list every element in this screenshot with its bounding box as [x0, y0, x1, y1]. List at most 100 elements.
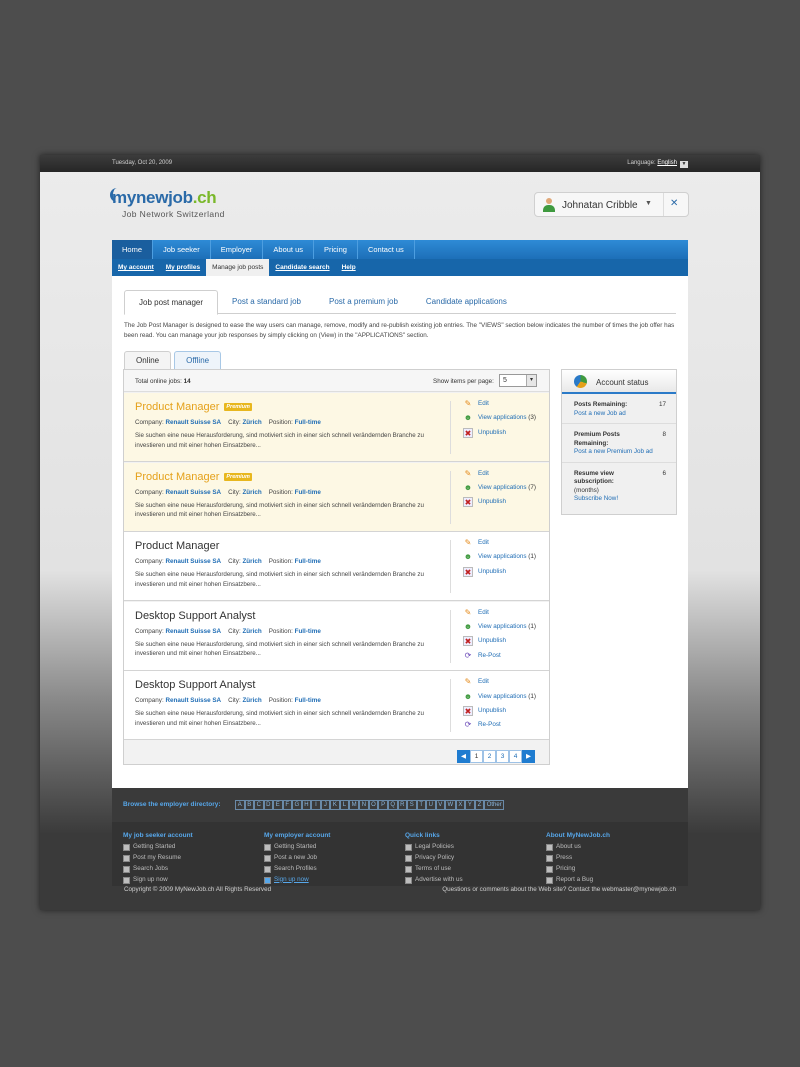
job-position[interactable]: Full-time — [295, 628, 321, 635]
tab-job-post-manager[interactable]: Job post manager — [124, 290, 219, 315]
directory-letter[interactable]: S — [407, 800, 417, 810]
footer-link[interactable]: Search Profiles — [264, 865, 330, 876]
user-name[interactable]: Johnatan Cribble — [562, 200, 638, 211]
subnav-candidate-search[interactable]: Candidate search — [269, 259, 335, 276]
page-4[interactable]: 4 — [509, 750, 522, 763]
chevron-down-icon[interactable]: ▼ — [680, 161, 688, 168]
subnav-my-account[interactable]: My account — [112, 259, 160, 276]
repost-action[interactable]: ⟳ Re-Post — [463, 651, 536, 665]
job-city[interactable]: Zürich — [242, 628, 261, 635]
language-selector[interactable]: Language: English ▼ — [627, 160, 688, 168]
directory-letter[interactable]: Z — [474, 800, 485, 810]
footer-link[interactable]: Post a new Job — [264, 854, 330, 865]
view-applications-action[interactable]: ☻ View applications (7) — [463, 483, 536, 497]
unpublish-action[interactable]: ✖ Unpublish — [463, 427, 536, 442]
tab-candidate-applications[interactable]: Candidate applications — [412, 290, 521, 314]
post-premium-job-link[interactable]: Post a new Premium Job ad — [574, 448, 665, 457]
directory-letter[interactable]: U — [426, 800, 436, 810]
tab-post-premium-job[interactable]: Post a premium job — [315, 290, 412, 314]
prev-page-icon[interactable]: ◀ — [457, 750, 470, 763]
subnav-my-profiles[interactable]: My profiles — [160, 259, 206, 276]
job-company[interactable]: Renault Suisse SA — [165, 489, 221, 496]
footer-link[interactable]: Report a Bug — [546, 876, 610, 886]
directory-letter[interactable]: F — [282, 800, 292, 810]
unpublish-action[interactable]: ✖ Unpublish — [463, 566, 536, 581]
directory-letter[interactable]: H — [301, 800, 312, 810]
directory-letter[interactable]: P — [378, 800, 388, 810]
items-per-page-select[interactable]: 5 — [499, 374, 537, 387]
edit-action[interactable]: ✎ Edit — [463, 469, 536, 483]
directory-letter[interactable]: L — [339, 800, 350, 810]
footer-link[interactable]: Privacy Policy — [405, 854, 463, 865]
job-city[interactable]: Zürich — [242, 419, 261, 426]
view-applications-action[interactable]: ☻ View applications (1) — [463, 552, 536, 566]
nav-item-home[interactable]: Home — [112, 240, 154, 259]
job-company[interactable]: Renault Suisse SA — [165, 628, 221, 635]
subscribe-now-link[interactable]: Subscribe Now! — [574, 495, 665, 504]
job-position[interactable]: Full-time — [295, 558, 321, 565]
directory-letter[interactable]: Y — [465, 800, 475, 810]
nav-item-pricing[interactable]: Pricing — [314, 240, 358, 259]
footer-link[interactable]: Sign up now — [264, 876, 330, 886]
job-city[interactable]: Zürich — [242, 558, 261, 565]
footer-link[interactable]: Pricing — [546, 865, 610, 876]
view-applications-action[interactable]: ☻ View applications (3) — [463, 413, 536, 427]
directory-letter[interactable]: E — [273, 800, 283, 810]
language-value[interactable]: English — [657, 160, 677, 166]
job-title[interactable]: Desktop Support Analyst — [135, 610, 255, 622]
directory-letter[interactable]: M — [349, 800, 360, 810]
job-city[interactable]: Zürich — [242, 489, 261, 496]
job-city[interactable]: Zürich — [242, 697, 261, 704]
site-logo[interactable]: mynewjob.ch Job Network Switzerland — [110, 188, 225, 219]
directory-letter[interactable]: A — [235, 800, 245, 810]
job-company[interactable]: Renault Suisse SA — [165, 697, 221, 704]
tab-online[interactable]: Online — [124, 351, 172, 370]
directory-letter[interactable]: T — [416, 800, 427, 810]
edit-action[interactable]: ✎ Edit — [463, 399, 536, 413]
job-company[interactable]: Renault Suisse SA — [165, 558, 221, 565]
directory-letter[interactable]: J — [320, 800, 331, 810]
unpublish-action[interactable]: ✖ Unpublish — [463, 636, 536, 650]
directory-letter[interactable]: W — [445, 800, 456, 810]
nav-item-job-seeker[interactable]: Job seeker — [153, 240, 211, 259]
directory-letter[interactable]: G — [292, 800, 302, 810]
footer-link[interactable]: Post my Resume — [123, 854, 193, 865]
footer-link[interactable]: Getting Started — [123, 843, 193, 854]
chevron-down-icon[interactable]: ▼ — [645, 200, 652, 207]
directory-letter[interactable]: Other — [484, 800, 505, 810]
job-title[interactable]: Product Manager Premium — [135, 401, 252, 413]
footer-link[interactable]: Advertise with us — [405, 876, 463, 886]
job-position[interactable]: Full-time — [295, 697, 321, 704]
nav-item-employer[interactable]: Employer — [211, 240, 264, 259]
nav-item-about-us[interactable]: About us — [263, 240, 314, 259]
tab-offline[interactable]: Offline — [174, 351, 222, 370]
tab-post-standard-job[interactable]: Post a standard job — [218, 290, 315, 314]
edit-action[interactable]: ✎ Edit — [463, 608, 536, 622]
page-1[interactable]: 1 — [470, 750, 483, 763]
directory-letter[interactable]: N — [359, 800, 369, 810]
next-page-icon[interactable]: ▶ — [522, 750, 535, 763]
job-title[interactable]: Product Manager Premium — [135, 471, 252, 483]
directory-letter[interactable]: I — [311, 800, 321, 810]
job-position[interactable]: Full-time — [295, 489, 321, 496]
close-icon[interactable]: ✕ — [670, 198, 678, 209]
view-applications-action[interactable]: ☻ View applications (1) — [463, 692, 536, 706]
footer-link[interactable]: Getting Started — [264, 843, 330, 854]
footer-link[interactable]: Search Jobs — [123, 865, 193, 876]
footer-link[interactable]: Sign up now — [123, 876, 193, 886]
footer-link[interactable]: Legal Policies — [405, 843, 463, 854]
subnav-manage-job-posts[interactable]: Manage job posts — [206, 259, 270, 276]
page-3[interactable]: 3 — [496, 750, 509, 763]
edit-action[interactable]: ✎ Edit — [463, 677, 536, 691]
footer-link[interactable]: Terms of use — [405, 865, 463, 876]
view-applications-action[interactable]: ☻ View applications (1) — [463, 622, 536, 636]
directory-letter[interactable]: C — [254, 800, 264, 810]
user-menu[interactable]: Johnatan Cribble ▼ ✕ — [534, 192, 689, 217]
edit-action[interactable]: ✎ Edit — [463, 538, 536, 552]
directory-letter[interactable]: V — [435, 800, 446, 810]
nav-item-contact-us[interactable]: Contact us — [358, 240, 415, 259]
footer-link[interactable]: Press — [546, 854, 610, 865]
subnav-help[interactable]: Help — [336, 259, 362, 276]
repost-action[interactable]: ⟳ Re-Post — [463, 720, 536, 734]
directory-letter[interactable]: R — [397, 800, 408, 810]
